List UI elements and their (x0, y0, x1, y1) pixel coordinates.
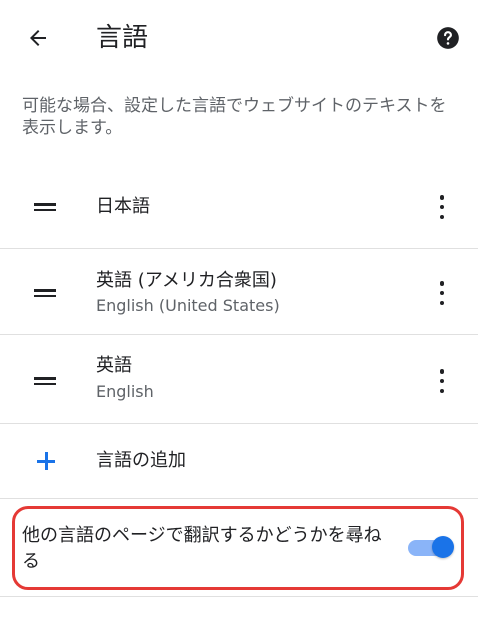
back-button[interactable] (22, 22, 54, 54)
toggle-thumb (432, 536, 454, 558)
app-bar: 言語 (0, 0, 478, 78)
language-name: 英語 (96, 355, 132, 376)
language-name: 英語 (アメリカ合衆国) (96, 270, 277, 291)
help-circle-icon (437, 27, 459, 49)
arrow-left-icon (30, 30, 46, 46)
drag-handle-icon[interactable] (34, 203, 56, 211)
language-subtitle: English (96, 382, 154, 401)
drag-handle-icon[interactable] (34, 289, 56, 297)
language-item[interactable]: 英語 English (0, 335, 478, 424)
more-options-icon[interactable] (430, 193, 454, 221)
description-text: 可能な場合、設定した言語でウェブサイトのテキストを表示します。 (22, 96, 447, 138)
translate-toggle[interactable] (408, 536, 454, 558)
language-item[interactable]: 日本語 (0, 165, 478, 249)
more-options-icon[interactable] (430, 279, 454, 307)
add-language-label: 言語の追加 (96, 450, 186, 471)
add-language-button[interactable]: 言語の追加 (0, 424, 478, 499)
language-name: 日本語 (96, 196, 150, 217)
drag-handle-icon[interactable] (34, 377, 56, 385)
translate-offer-label: 他の言語のページで翻訳するかどうかを尋ねる (22, 525, 382, 572)
more-options-icon[interactable] (430, 367, 454, 395)
help-button[interactable] (434, 24, 462, 52)
plus-icon (37, 452, 55, 470)
translate-offer-setting[interactable]: 他の言語のページで翻訳するかどうかを尋ねる (0, 499, 478, 597)
page-title: 言語 (96, 23, 149, 53)
language-subtitle: English (United States) (96, 296, 280, 315)
language-item[interactable]: 英語 (アメリカ合衆国) English (United States) (0, 249, 478, 335)
